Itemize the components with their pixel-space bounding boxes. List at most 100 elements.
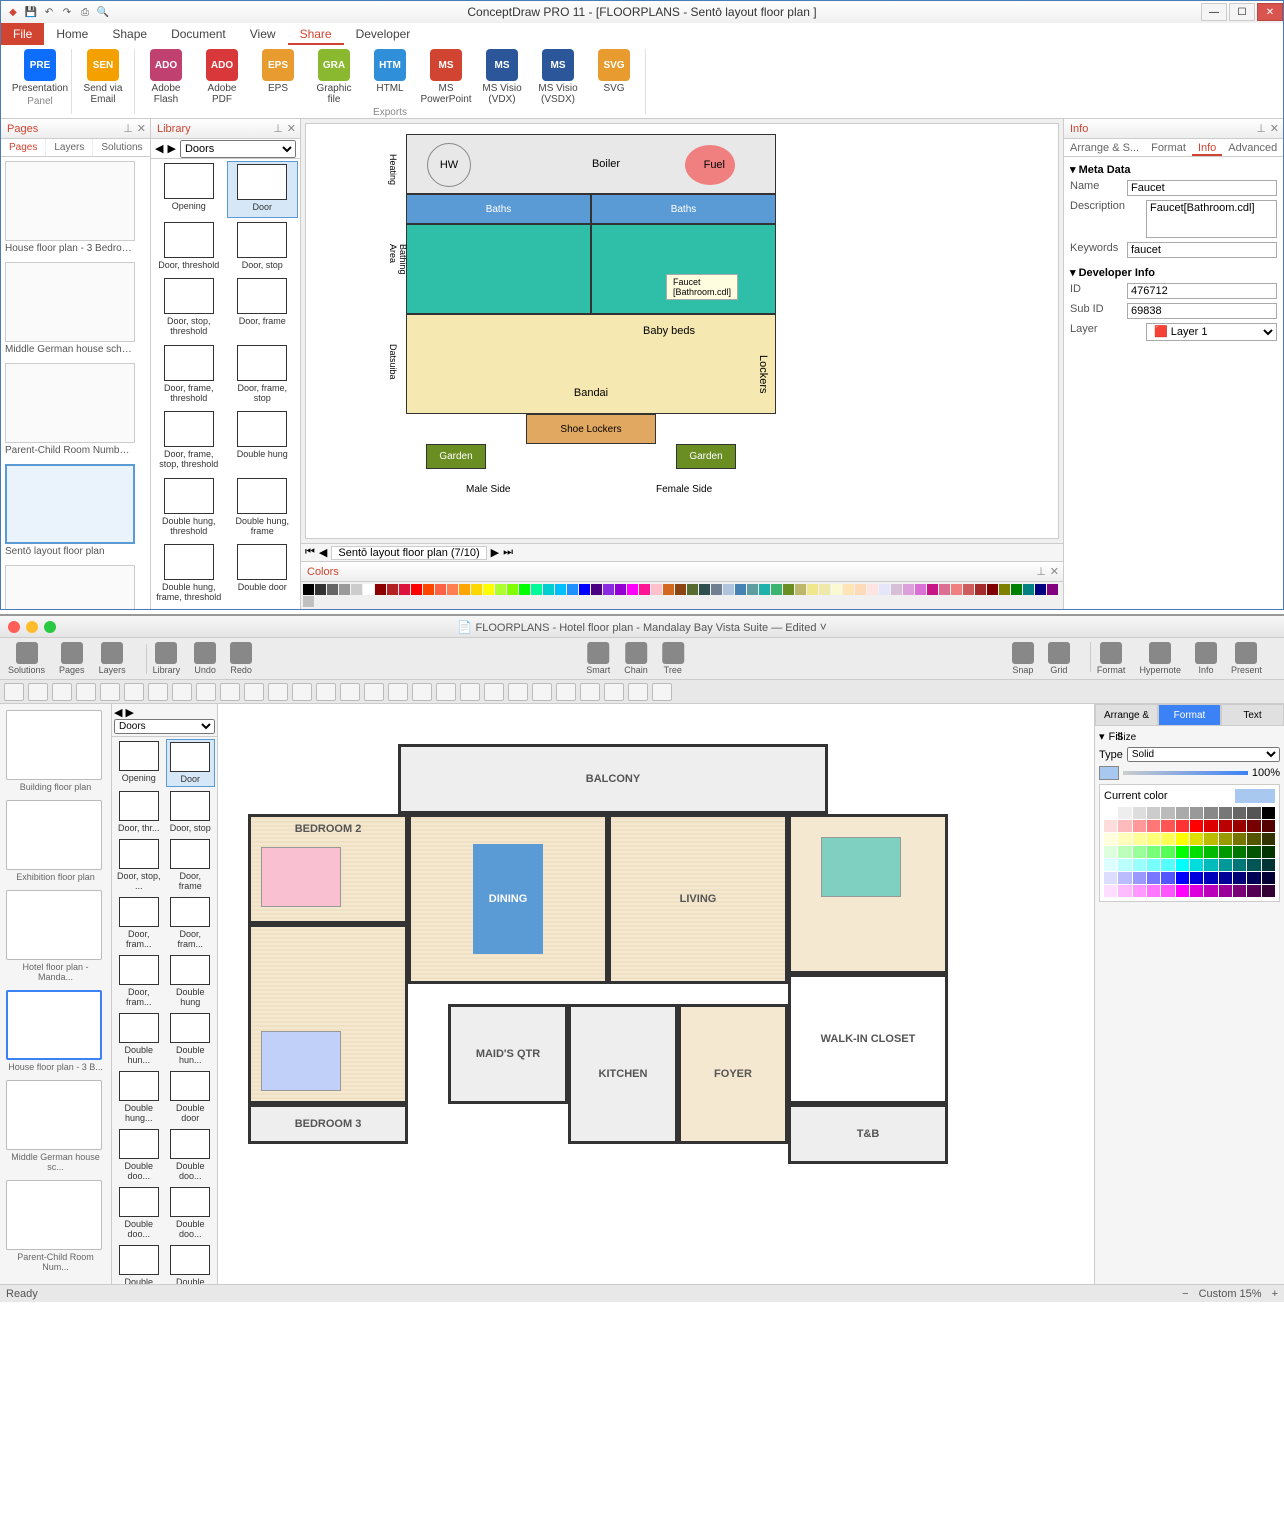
tool-button[interactable] (460, 683, 480, 701)
prev-lib-icon[interactable]: ◀ (155, 142, 163, 155)
lib-item[interactable]: Double hung, threshold (153, 476, 225, 541)
color-swatch[interactable] (327, 584, 338, 595)
zoom-value[interactable]: Custom 15% (1199, 1288, 1262, 1300)
lib-item[interactable]: Door, fram... (114, 895, 164, 951)
tab-share[interactable]: Share (288, 23, 344, 45)
color-swatch[interactable] (1104, 833, 1117, 845)
tool-button[interactable] (124, 683, 144, 701)
lib-item[interactable]: Door, frame (227, 276, 299, 341)
ribbon-eps[interactable]: EPSEPS (253, 49, 303, 105)
color-swatch[interactable] (1147, 859, 1160, 871)
tool-button[interactable] (556, 683, 576, 701)
color-swatch[interactable] (1104, 820, 1117, 832)
color-swatch[interactable] (1247, 807, 1260, 819)
library-grid[interactable]: OpeningDoorDoor, thresholdDoor, stopDoor… (151, 159, 300, 609)
color-swatch[interactable] (447, 584, 458, 595)
pages-tab-pages[interactable]: Pages (1, 139, 46, 156)
color-swatch[interactable] (1204, 833, 1217, 845)
tool-button[interactable] (580, 683, 600, 701)
lib-item[interactable]: Door, frame, stop (227, 343, 299, 408)
color-swatch[interactable] (303, 596, 314, 607)
lib-item[interactable]: Door, fram... (114, 953, 164, 1009)
color-swatch[interactable] (1023, 584, 1034, 595)
color-swatch[interactable] (795, 584, 806, 595)
page-thumb[interactable]: Parent-Child Room Numberin... (5, 363, 146, 456)
pin-icon[interactable]: ⊥ (273, 122, 283, 135)
tool-button[interactable] (292, 683, 312, 701)
color-swatch[interactable] (1262, 846, 1275, 858)
color-swatch[interactable] (1147, 846, 1160, 858)
tab-text[interactable]: Text (1221, 704, 1284, 726)
tool-button[interactable] (52, 683, 72, 701)
fill-type-select[interactable]: Solid (1127, 747, 1280, 762)
color-swatch[interactable] (1035, 584, 1046, 595)
tool-button[interactable] (436, 683, 456, 701)
ribbon-adobe-flash[interactable]: ADOAdobe Flash (141, 49, 191, 105)
ribbon-ms-visio-vdx-[interactable]: MS MS Visio (VDX) (477, 49, 527, 105)
lib-item[interactable]: Door, frame, stop, threshold (153, 409, 225, 474)
lib-item[interactable]: Door (166, 739, 216, 787)
minimize-button[interactable]: — (1201, 3, 1227, 21)
id-input[interactable] (1127, 283, 1277, 299)
color-swatch[interactable] (1161, 807, 1174, 819)
lib-item[interactable]: Double hung, frame (227, 476, 299, 541)
tool-snap[interactable]: Snap (1012, 642, 1034, 675)
color-swatch[interactable] (663, 584, 674, 595)
tool-button[interactable] (268, 683, 288, 701)
color-swatch[interactable] (1104, 872, 1117, 884)
fill-color-swatch[interactable] (1099, 766, 1119, 780)
color-swatch[interactable] (1133, 820, 1146, 832)
color-swatch[interactable] (1176, 833, 1189, 845)
tool-button[interactable] (172, 683, 192, 701)
tool-button[interactable] (196, 683, 216, 701)
tab-developer[interactable]: Developer (344, 23, 423, 45)
color-swatch[interactable] (387, 584, 398, 595)
close-button[interactable] (8, 621, 20, 633)
color-swatch[interactable] (531, 584, 542, 595)
tool-format[interactable]: Format (1097, 642, 1126, 675)
color-swatch[interactable] (459, 584, 470, 595)
color-swatch[interactable] (1190, 859, 1203, 871)
color-swatch[interactable] (1233, 885, 1246, 897)
color-swatch[interactable] (1204, 820, 1217, 832)
color-swatch[interactable] (1204, 872, 1217, 884)
color-swatch[interactable] (1262, 833, 1275, 845)
color-swatch[interactable] (1176, 846, 1189, 858)
color-swatch[interactable] (519, 584, 530, 595)
color-swatch[interactable] (999, 584, 1010, 595)
color-swatch[interactable] (1190, 820, 1203, 832)
tab-file[interactable]: File (1, 23, 44, 45)
page-thumb[interactable]: Middle German house sc... (6, 1080, 105, 1172)
color-swatch[interactable] (1147, 807, 1160, 819)
page-thumb[interactable]: Middle German house schem... (5, 262, 146, 355)
color-swatch[interactable] (1161, 859, 1174, 871)
color-swatch[interactable] (1118, 872, 1131, 884)
lib-item[interactable]: Double hung, frame, threshold (153, 542, 225, 607)
color-swatch[interactable] (1011, 584, 1022, 595)
color-swatch[interactable] (1219, 807, 1232, 819)
tool-chain[interactable]: Chain (624, 642, 648, 675)
color-swatch[interactable] (1190, 846, 1203, 858)
zoom-out-icon[interactable]: − (1182, 1288, 1188, 1300)
lib-item[interactable]: Double hun... (166, 1011, 216, 1067)
color-swatch[interactable] (615, 584, 626, 595)
color-swatch[interactable] (1247, 885, 1260, 897)
color-swatch[interactable] (951, 584, 962, 595)
color-swatch[interactable] (315, 584, 326, 595)
pages-tab-layers[interactable]: Layers (46, 139, 93, 156)
page-thumb[interactable]: Exhibition floor plan (6, 800, 105, 882)
lib-item[interactable]: Double door (227, 542, 299, 607)
ribbon-adobe-pdf[interactable]: ADOAdobe PDF (197, 49, 247, 105)
color-swatch[interactable] (471, 584, 482, 595)
ribbon-ms-powerpoint[interactable]: MSMS PowerPoint (421, 49, 471, 105)
tool-layers[interactable]: Layers (99, 642, 126, 675)
color-swatch[interactable] (1118, 820, 1131, 832)
close-panel-icon[interactable]: ✕ (1050, 565, 1059, 578)
color-swatch[interactable] (987, 584, 998, 595)
next-lib-icon[interactable]: ▶ (126, 707, 134, 719)
pin-icon[interactable]: ⊥ (1256, 122, 1266, 135)
page-thumb[interactable]: Sentō layout floor plan (5, 464, 146, 557)
preview-icon[interactable]: 🔍 (95, 4, 111, 20)
color-swatch[interactable] (1204, 885, 1217, 897)
lib-item[interactable]: Double doo... (166, 1127, 216, 1183)
